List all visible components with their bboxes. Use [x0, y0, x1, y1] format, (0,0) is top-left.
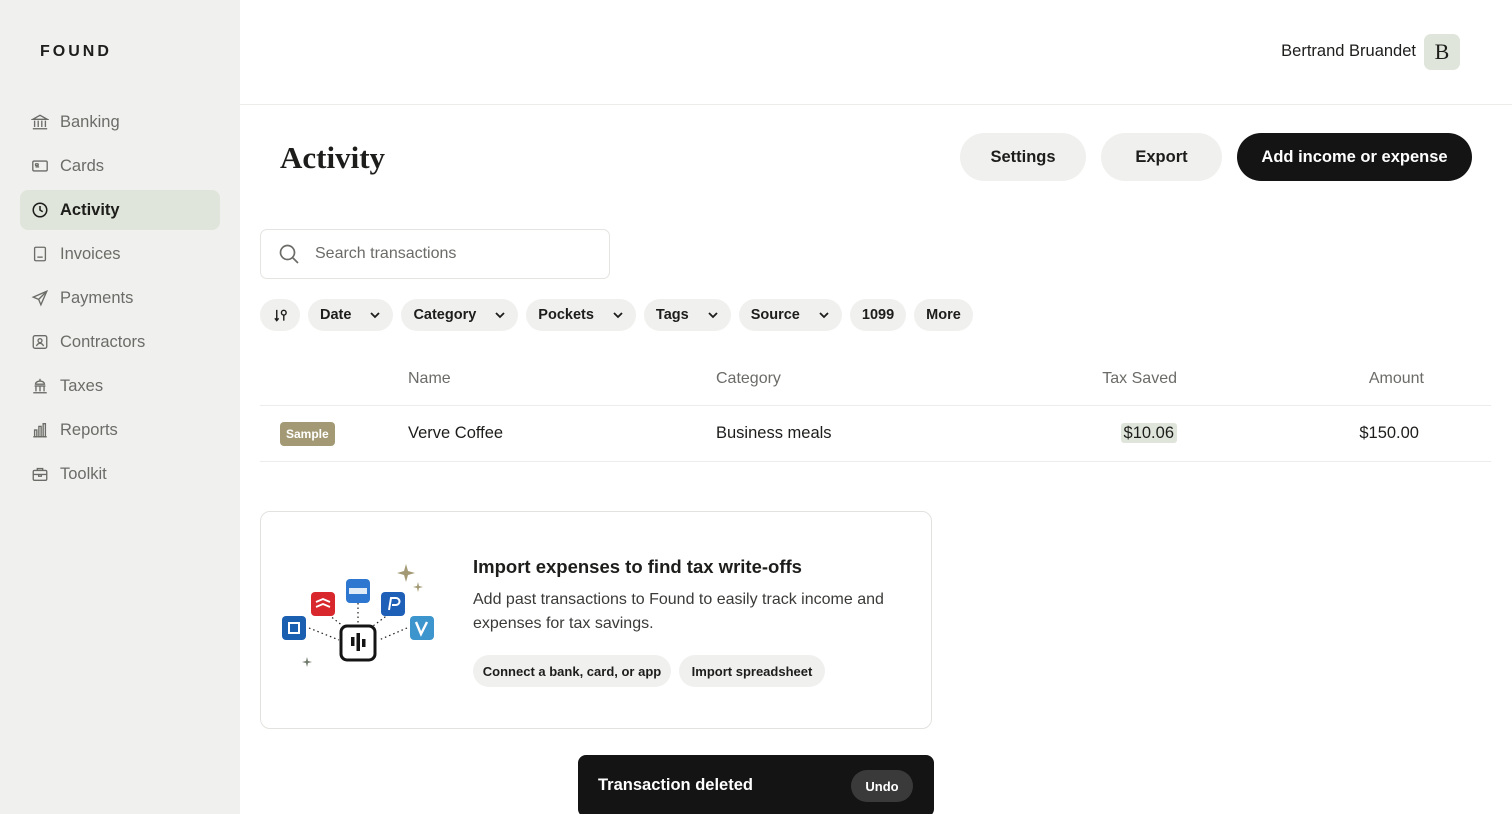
- filter-bar: Date Category Pockets Tags Source 1099 M…: [260, 299, 981, 331]
- filter-tags[interactable]: Tags: [643, 299, 731, 331]
- import-expenses-card: Import expenses to find tax write-offs A…: [260, 511, 932, 729]
- chevron-down-icon: [612, 309, 624, 321]
- page-title: Activity: [280, 140, 386, 175]
- chevron-down-icon: [818, 309, 830, 321]
- filter-label: More: [926, 307, 961, 323]
- chevron-down-icon: [494, 309, 506, 321]
- table-row[interactable]: Sample Verve Coffee Business meals $10.0…: [260, 406, 1491, 462]
- sidebar-item-contractors[interactable]: Contractors: [20, 322, 220, 362]
- toast-notification: Transaction deleted Undo: [578, 755, 934, 814]
- sidebar-item-label: Toolkit: [60, 464, 107, 483]
- sidebar-item-label: Taxes: [60, 376, 104, 395]
- filter-label: Date: [320, 307, 352, 323]
- filter-label: Tags: [655, 307, 689, 323]
- sample-badge: Sample: [280, 422, 335, 446]
- undo-button[interactable]: Undo: [851, 770, 913, 802]
- filter-date[interactable]: Date: [308, 299, 394, 331]
- chevron-down-icon: [707, 309, 719, 321]
- transaction-amount: $150.00: [1359, 424, 1419, 442]
- sidebar-item-label: Reports: [60, 420, 118, 439]
- sidebar-item-reports[interactable]: Reports: [20, 410, 220, 450]
- clock-icon: [30, 200, 50, 220]
- sidebar-item-label: Banking: [60, 112, 120, 131]
- integrations-illustration: [282, 564, 434, 667]
- sidebar-item-label: Contractors: [60, 332, 146, 351]
- user-name[interactable]: Bertrand Bruandet: [1281, 42, 1416, 61]
- filter-label: Source: [750, 307, 800, 323]
- column-header-amount[interactable]: Amount: [1369, 370, 1424, 388]
- column-header-tax-saved[interactable]: Tax Saved: [1102, 370, 1177, 388]
- export-button[interactable]: Export: [1101, 133, 1222, 181]
- sidebar-item-label: Invoices: [60, 244, 121, 263]
- sidebar-item-toolkit[interactable]: Toolkit: [20, 454, 220, 494]
- search-input[interactable]: [315, 245, 595, 263]
- transactions-table: Name Category Tax Saved Amount Sample Ve…: [260, 358, 1491, 462]
- found-logo[interactable]: FOUND: [40, 43, 112, 61]
- contractor-icon: [30, 332, 50, 352]
- toast-message: Transaction deleted: [598, 776, 753, 794]
- transaction-name: Verve Coffee: [408, 424, 504, 442]
- card-icon: [30, 156, 50, 176]
- sidebar-nav: Banking Cards Activity Invoices Payments: [20, 102, 220, 498]
- table-header: Name Category Tax Saved Amount: [260, 358, 1491, 406]
- filter-label: Category: [413, 307, 477, 323]
- government-icon: [30, 376, 50, 396]
- column-header-category[interactable]: Category: [716, 370, 781, 388]
- briefcase-icon: [30, 464, 50, 484]
- filter-pockets[interactable]: Pockets: [526, 299, 636, 331]
- avatar[interactable]: B: [1424, 34, 1460, 70]
- filter-1099[interactable]: 1099: [849, 299, 907, 331]
- filter-label: Pockets: [538, 307, 594, 323]
- sidebar-item-label: Cards: [60, 156, 105, 175]
- sidebar: FOUND Banking Cards Activity Invoices Pa…: [0, 0, 240, 814]
- sort-button[interactable]: [260, 299, 300, 331]
- sidebar-item-taxes[interactable]: Taxes: [20, 366, 220, 406]
- column-header-name[interactable]: Name: [408, 370, 451, 388]
- bar-chart-icon: [30, 420, 50, 440]
- chevron-down-icon: [369, 309, 381, 321]
- sidebar-item-payments[interactable]: Payments: [20, 278, 220, 318]
- sidebar-item-label: Payments: [60, 288, 134, 307]
- search-icon: [278, 243, 300, 265]
- tax-saved-highlight: $10.06: [1120, 423, 1177, 443]
- connect-account-button[interactable]: Connect a bank, card, or app: [473, 655, 671, 687]
- search-box[interactable]: [260, 229, 610, 279]
- settings-button[interactable]: Settings: [960, 133, 1086, 181]
- invoice-icon: [30, 244, 50, 264]
- sidebar-item-banking[interactable]: Banking: [20, 102, 220, 142]
- add-income-expense-button[interactable]: Add income or expense: [1237, 133, 1472, 181]
- transaction-category[interactable]: Business meals: [716, 424, 832, 443]
- filter-label: 1099: [861, 307, 895, 323]
- import-card-title: Import expenses to find tax write-offs: [473, 556, 802, 577]
- bank-icon: [30, 112, 50, 132]
- sidebar-item-label: Activity: [60, 200, 120, 219]
- sidebar-item-invoices[interactable]: Invoices: [20, 234, 220, 274]
- tax-saved-value: $10.06: [1120, 423, 1177, 443]
- import-spreadsheet-button[interactable]: Import spreadsheet: [679, 655, 825, 687]
- sidebar-item-cards[interactable]: Cards: [20, 146, 220, 186]
- filter-source[interactable]: Source: [738, 299, 842, 331]
- top-bar: Bertrand Bruandet B: [240, 0, 1512, 105]
- sidebar-item-activity[interactable]: Activity: [20, 190, 220, 230]
- filter-more[interactable]: More: [914, 299, 973, 331]
- sort-icon: [273, 308, 288, 323]
- import-card-description: Add past transactions to Found to easily…: [473, 591, 884, 632]
- filter-category[interactable]: Category: [401, 299, 519, 331]
- send-icon: [30, 288, 50, 308]
